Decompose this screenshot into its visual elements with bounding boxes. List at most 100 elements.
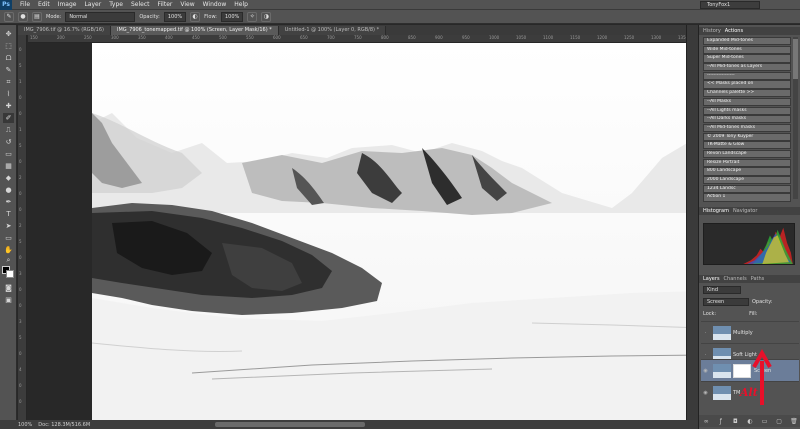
airbrush-icon[interactable]: ✧ [247,11,258,22]
brush-tool-icon[interactable]: ✎ [4,11,14,22]
canvas-area[interactable] [28,43,704,421]
new-group-icon[interactable]: ▭ [761,418,768,425]
eyedropper-tool-icon[interactable]: ⌇ [3,89,14,99]
menu-filter[interactable]: Filter [154,1,177,8]
action-item[interactable]: --All Darks masks [703,115,791,124]
marquee-tool-icon[interactable]: ⬚ [3,41,14,51]
menu-layer[interactable]: Layer [80,1,105,8]
screen-mode-icon[interactable]: ▣ [3,295,14,305]
action-item[interactable]: --All Mid-tones as Layers [703,63,791,72]
menu-edit[interactable]: Edit [34,1,54,8]
actions-scrollbar[interactable] [793,37,798,199]
tab-history[interactable]: History [703,28,721,34]
history-brush-tool-icon[interactable]: ↺ [3,137,14,147]
ruler-tick: 3 [19,319,22,324]
mode-dropdown[interactable]: Normal [65,11,136,22]
tab-actions[interactable]: Actions [725,28,743,34]
action-item[interactable]: --All Masks [703,97,791,106]
brush-preset-icon[interactable]: ● [18,11,28,22]
lasso-tool-icon[interactable]: ᗝ [3,53,14,63]
layer-mask-thumbnail[interactable] [733,363,751,378]
action-item[interactable]: Expanded Mid-tones [703,37,791,46]
visibility-icon[interactable]: ◉ [701,390,710,396]
action-item[interactable]: Wide Mid-tones [703,45,791,54]
menu-type[interactable]: Type [105,1,127,8]
pressure-opacity-icon[interactable]: ◐ [190,11,201,22]
action-item[interactable]: Revon Landscape [703,149,791,159]
ruler-tick: 1000 [489,35,500,40]
shape-tool-icon[interactable]: ▭ [3,233,14,243]
background-color-swatch[interactable] [6,270,14,278]
blur-tool-icon[interactable]: ◆ [3,173,14,183]
horizontal-scrollbar[interactable] [215,422,365,427]
move-tool-icon[interactable]: ✥ [3,29,14,39]
action-item[interactable]: ----------------- [703,71,791,80]
action-item[interactable]: Super Mid-tones [703,54,791,63]
action-item[interactable]: --All Mid-tones masks [703,123,791,133]
layer-name[interactable]: Multiply [733,330,753,336]
brush-tool-icon[interactable]: ✐ [3,113,14,123]
layer-kind-filter[interactable]: Kind [703,286,741,294]
action-item[interactable]: 2000 Landscape [703,176,791,185]
flow-field[interactable]: 100% [221,11,244,22]
crop-tool-icon[interactable]: ⌗ [3,77,14,87]
tab-paths[interactable]: Paths [751,276,765,282]
action-item[interactable]: 1234 Landsc [703,184,791,193]
layer-row[interactable]: · Multiply [701,321,799,343]
action-item[interactable]: TK-Matte & Glow [703,141,791,150]
action-item[interactable]: Resize Portrait [703,158,791,167]
visibility-icon[interactable]: ◉ [701,368,710,374]
tab-histogram[interactable]: Histogram [703,208,729,214]
action-item[interactable]: 800 Landscape [703,167,791,176]
scroll-thumb[interactable] [793,39,798,79]
fx-icon[interactable]: ƒ [717,418,724,425]
dodge-tool-icon[interactable]: ● [3,185,14,195]
tab-document-3[interactable]: Untitled-1 @ 100% (Layer 0, RGB/8) * [278,26,387,35]
visibility-icon[interactable]: · [701,352,710,358]
clone-stamp-tool-icon[interactable]: ⎍ [3,125,14,135]
new-layer-icon[interactable]: ▢ [776,418,783,425]
menu-help[interactable]: Help [230,1,252,8]
right-panel-dock: History Actions Expanded Mid-tones Wide … [698,25,800,429]
menu-file[interactable]: File [16,1,34,8]
quick-mask-icon[interactable]: ◙ [3,283,14,293]
opacity-field[interactable]: 100% [163,11,187,22]
menu-select[interactable]: Select [127,1,154,8]
zoom-tool-icon[interactable]: ⌕ [3,255,14,265]
document-image[interactable] [92,43,704,421]
menu-image[interactable]: Image [54,1,81,8]
type-tool-icon[interactable]: T [3,209,14,219]
action-item[interactable]: --All Lights masks [703,106,791,115]
menu-view[interactable]: View [176,1,198,8]
tab-document-2[interactable]: IMG_7906_tonemapped.tif @ 100% (Screen, … [110,26,279,35]
action-item[interactable]: Channels palette >> [703,89,791,98]
workspace-dropdown[interactable]: TonyFox1 [700,0,760,9]
add-mask-icon[interactable]: ◘ [732,418,739,425]
document-tabs: IMG_7906.tif @ 16.7% (RGB/16) IMG_7906_t… [18,25,698,35]
tab-layers[interactable]: Layers [703,276,720,282]
ruler-tick: 200 [57,35,65,40]
blend-mode-dropdown[interactable]: Screen [703,298,749,306]
gradient-tool-icon[interactable]: ▦ [3,161,14,171]
action-item[interactable]: © 2009 Tony Kuyper [703,132,791,141]
eraser-tool-icon[interactable]: ▭ [3,149,14,159]
tab-navigator[interactable]: Navigator [733,208,757,214]
menu-window[interactable]: Window [199,1,231,8]
link-layers-icon[interactable]: ∞ [703,418,710,425]
action-item[interactable]: << Masks placed on [703,80,791,89]
pen-tool-icon[interactable]: ✒ [3,197,14,207]
action-item[interactable]: Action 1 [703,193,791,202]
path-select-tool-icon[interactable]: ➤ [3,221,14,231]
healing-tool-icon[interactable]: ✚ [3,101,14,111]
hand-tool-icon[interactable]: ✋ [3,245,14,255]
tab-channels[interactable]: Channels [724,276,747,282]
ruler-tick: 400 [165,35,173,40]
pressure-size-icon[interactable]: ◑ [261,11,272,22]
visibility-icon[interactable]: · [701,330,710,336]
tab-document-1[interactable]: IMG_7906.tif @ 16.7% (RGB/16) [18,26,111,35]
zoom-level[interactable]: 100% [18,422,32,428]
brush-panel-icon[interactable]: ▤ [32,11,42,22]
adjustment-layer-icon[interactable]: ◐ [746,418,753,425]
delete-layer-icon[interactable]: 🗑 [790,418,798,425]
quick-select-tool-icon[interactable]: ✎ [3,65,14,75]
